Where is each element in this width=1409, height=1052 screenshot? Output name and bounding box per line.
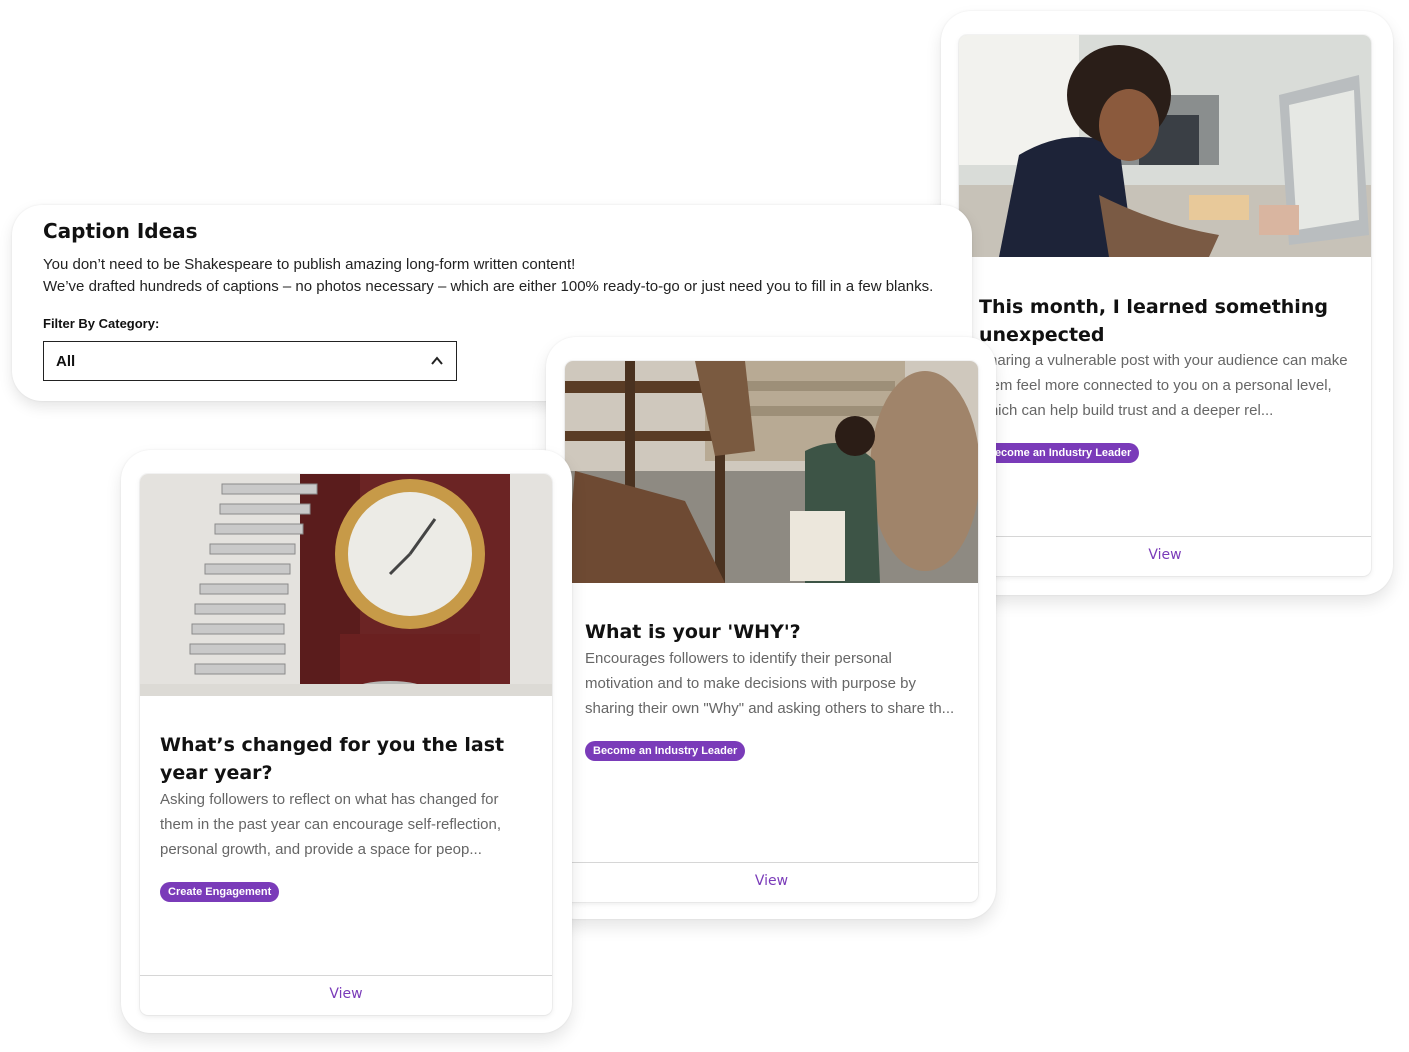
view-button[interactable]: View (959, 547, 1371, 563)
card-title: What is your 'WHY'? (585, 621, 801, 643)
card-description: Sharing a vulnerable post with your audi… (979, 352, 1348, 419)
description-line-2: We’ve drafted hundreds of captions – no … (43, 278, 934, 295)
view-button[interactable]: View (140, 986, 552, 1002)
card-image-2 (565, 361, 978, 583)
category-tag[interactable]: Create Engagement (160, 882, 280, 902)
page-description: You don’t need to be Shakespeare to publ… (43, 254, 933, 298)
card-divider (959, 536, 1371, 537)
card-description: Asking followers to reflect on what has … (160, 791, 502, 858)
filter-selected-value: All (56, 352, 76, 370)
card-divider (565, 862, 978, 863)
page-title: Caption Ideas (43, 219, 198, 243)
chevron-up-icon (431, 356, 443, 365)
caption-card-3[interactable]: What’s changed for you the last year yea… (140, 474, 552, 1015)
description-line-1: You don’t need to be Shakespeare to publ… (43, 256, 576, 273)
category-tag[interactable]: Become an Industry Leader (979, 443, 1140, 463)
card-image-3 (140, 474, 552, 696)
filter-label: Filter By Category: (43, 316, 160, 331)
caption-card-1[interactable]: This month, I learned something unexpect… (959, 35, 1371, 576)
view-button[interactable]: View (565, 873, 978, 889)
card-divider (140, 975, 552, 976)
category-filter-select[interactable]: All (43, 341, 457, 381)
card-title: This month, I learned something unexpect… (979, 296, 1328, 346)
caption-card-2[interactable]: What is your 'WHY'? Encourages followers… (565, 361, 978, 902)
card-description: Encourages followers to identify their p… (585, 650, 955, 717)
card-image-1 (959, 35, 1371, 257)
category-tag[interactable]: Become an Industry Leader (585, 741, 746, 761)
card-title: What’s changed for you the last year yea… (160, 734, 505, 784)
